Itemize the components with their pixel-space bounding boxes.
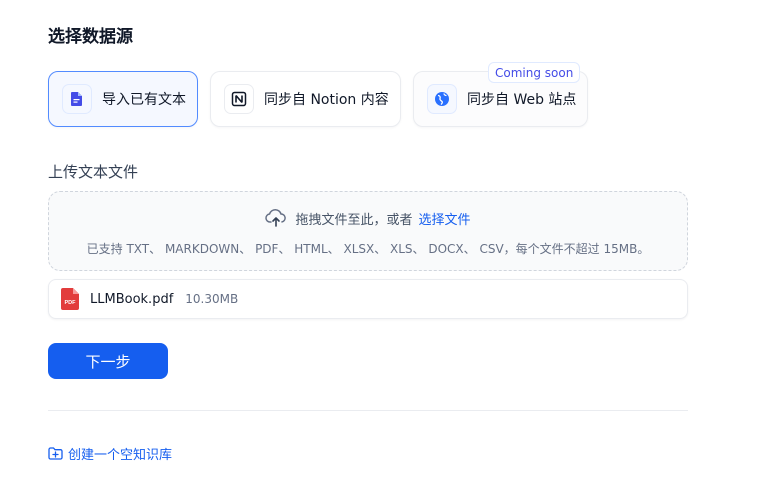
globe-icon: [427, 84, 457, 114]
file-size: 10.30MB: [185, 292, 239, 306]
page-title: 选择数据源: [48, 27, 133, 47]
source-option-label: 导入已有文本: [102, 92, 186, 108]
source-option-notion[interactable]: 同步自 Notion 内容: [210, 71, 401, 127]
upload-cloud-icon: [265, 208, 287, 228]
coming-soon-badge: Coming soon: [488, 62, 581, 83]
file-dropzone[interactable]: 拖拽文件至此，或者 选择文件 已支持 TXT、 MARKDOWN、 PDF、 H…: [48, 191, 688, 271]
pdf-file-icon: PDF: [60, 288, 80, 310]
notion-icon: [224, 84, 254, 114]
pdf-badge-text: PDF: [65, 300, 77, 306]
source-option-label: 同步自 Notion 内容: [264, 92, 389, 108]
create-empty-label: 创建一个空知识库: [68, 448, 173, 463]
source-option-import-text[interactable]: 导入已有文本: [48, 71, 198, 127]
supported-formats-text: 已支持 TXT、 MARKDOWN、 PDF、 HTML、 XLSX、 XLS、…: [86, 242, 650, 256]
choose-file-link[interactable]: 选择文件: [419, 209, 471, 228]
file-text-icon: [62, 84, 92, 114]
uploaded-file-item[interactable]: PDF LLMBook.pdf 10.30MB: [48, 279, 688, 319]
upload-section-label: 上传文本文件: [48, 163, 139, 181]
create-empty-knowledge-base-link[interactable]: 创建一个空知识库: [48, 444, 172, 463]
next-step-button[interactable]: 下一步: [48, 343, 168, 379]
source-option-label: 同步自 Web 站点: [467, 92, 577, 108]
file-name: LLMBook.pdf: [90, 291, 174, 307]
divider: [48, 410, 688, 411]
dropzone-text: 拖拽文件至此，或者: [295, 212, 413, 228]
folder-plus-icon: [48, 447, 63, 460]
